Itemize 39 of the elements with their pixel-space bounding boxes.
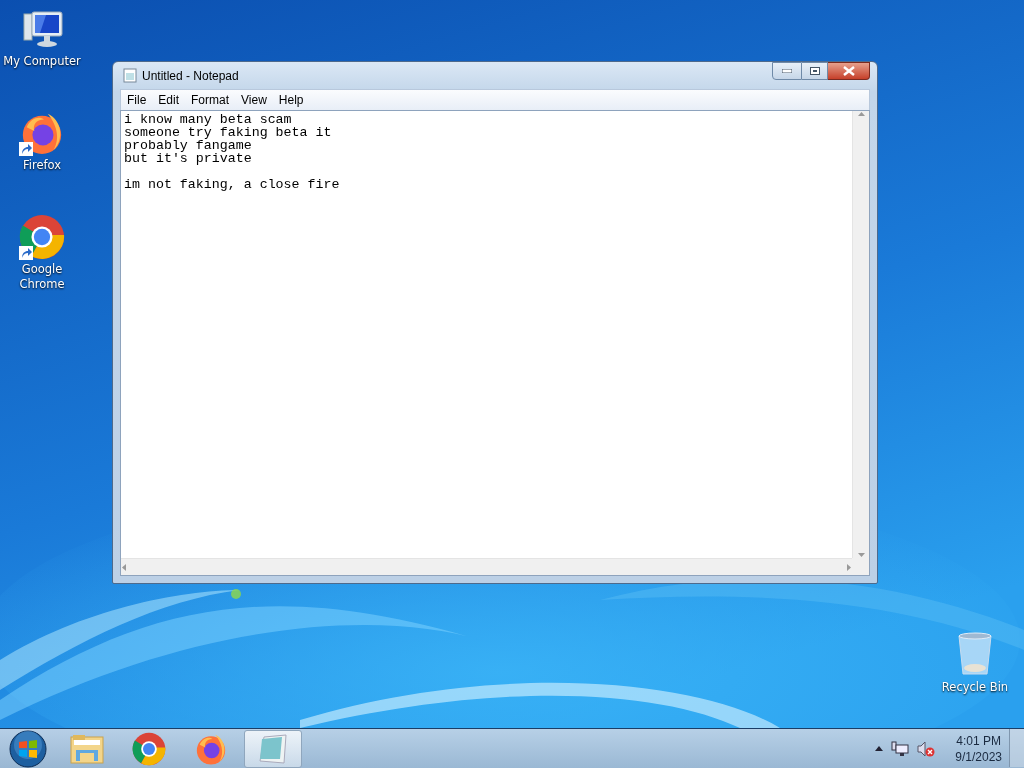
text-line: probably fangame [124,139,252,152]
menu-item[interactable]: File [121,91,153,109]
text-line: but it's private [124,152,252,165]
menu-item[interactable]: Help [272,91,310,109]
menu-item[interactable]: Edit [152,91,186,109]
close-button[interactable] [828,62,870,80]
text-line: someone try faking beta it [124,126,332,139]
menu-item[interactable]: Format [185,91,236,109]
maximize-icon [809,67,820,75]
minimize-button[interactable] [772,62,802,80]
notepad-icon [123,68,137,83]
recycle-bin-icon [955,630,995,678]
horizontal-scrollbar[interactable] [121,558,852,575]
chrome-icon [132,731,166,766]
folder-icon [70,733,104,764]
icon-label[interactable]: Google Chrome [2,262,82,292]
text-line: i know many beta scam [124,113,292,126]
minimize-icon [782,69,792,73]
scroll-left-icon [121,563,126,571]
menu-item[interactable]: View [235,91,273,109]
show-desktop-button[interactable] [1009,729,1024,767]
clock-time[interactable]: 4:01 PM [956,732,1001,749]
text-line: im not faking, a close fire [124,178,340,191]
network-icon[interactable] [891,740,910,757]
notepad-icon [256,732,290,765]
shortcut-arrow-icon [19,246,33,260]
show-hidden-icons-icon[interactable] [875,746,884,751]
vertical-scrollbar[interactable] [852,111,869,558]
muted-speaker-icon[interactable] [917,740,936,757]
text-area[interactable]: i know many beta scam someone try faking beta it probably fangame but it's private im not faking, a close fire [120,110,870,576]
window-title: Untitled - Notepad [142,68,240,83]
shortcut-arrow-icon [19,142,33,156]
icon-label[interactable]: My Computer [2,54,82,69]
start-button[interactable] [9,729,47,768]
maximize-button[interactable] [802,62,828,80]
clock-date[interactable]: 9/1/2023 [955,748,1002,765]
taskbar-button[interactable] [244,729,302,768]
close-icon [842,66,855,76]
icon-label[interactable]: Firefox [2,158,82,173]
